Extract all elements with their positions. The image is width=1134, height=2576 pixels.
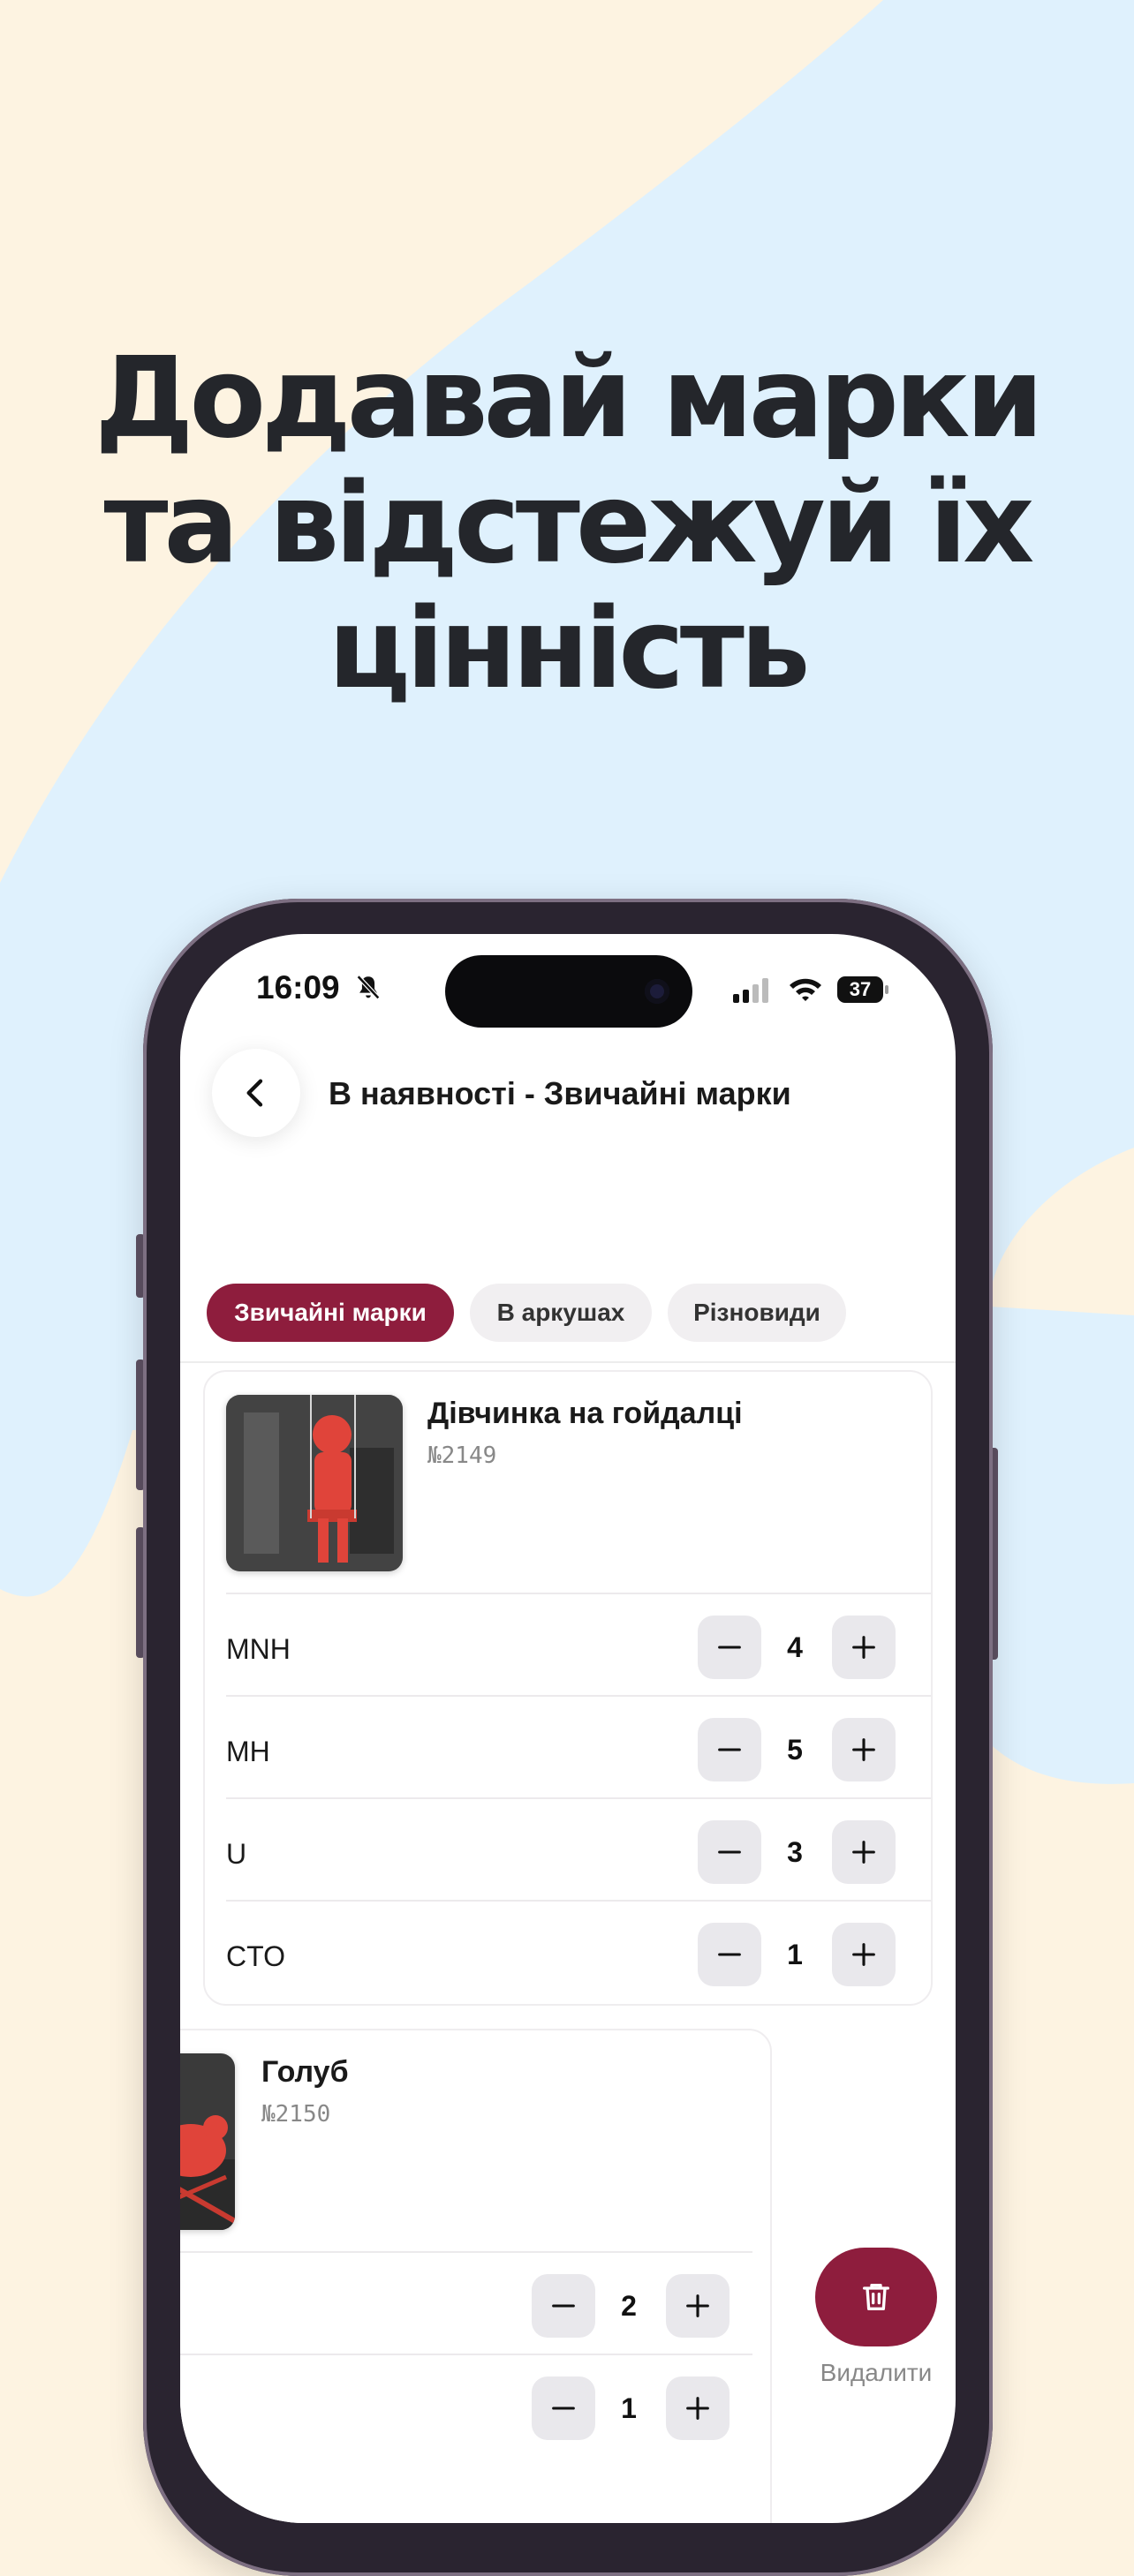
increment-button[interactable]: [832, 1923, 896, 1986]
headline-line-1: Додавай марки: [94, 333, 1044, 463]
plus-icon: [852, 1636, 875, 1659]
headline-line-2: та відстежуй їх: [103, 458, 1035, 588]
phone-screen: 16:09 37 В наявності - Звичайні марки Зв…: [180, 934, 956, 2523]
delete-button[interactable]: [815, 2248, 937, 2346]
minus-icon: [718, 1850, 741, 1854]
tab-varieties[interactable]: Різновиди: [668, 1284, 846, 1342]
stamp-number: №2150: [261, 2101, 331, 2128]
tab-regular-stamps[interactable]: Звичайні марки: [207, 1284, 454, 1342]
stamp-card[interactable]: Голуб №2150 2 1: [180, 2029, 772, 2523]
minus-icon: [718, 1748, 741, 1751]
condition-label: CTO: [226, 1940, 285, 1972]
row-divider: [180, 2354, 752, 2355]
condition-label: U: [226, 1838, 247, 1870]
stamp-image: [180, 2053, 235, 2230]
decrement-button[interactable]: [698, 1820, 761, 1884]
stamp-card[interactable]: Дівчинка на гойдалці №2149 MNH 4 MH 5 U …: [203, 1370, 933, 2006]
stamp-title: Голуб: [261, 2055, 349, 2089]
plus-icon: [852, 1841, 875, 1864]
plus-icon: [852, 1738, 875, 1761]
decrement-button[interactable]: [698, 1923, 761, 1986]
bell-slash-icon: [356, 975, 381, 1000]
minus-icon: [552, 2304, 575, 2308]
increment-button[interactable]: [832, 1820, 896, 1884]
chevron-left-icon: [246, 1079, 263, 1107]
quantity-value: 2: [621, 2290, 637, 2322]
row-divider: [226, 1593, 931, 1594]
tab-in-sheets[interactable]: В аркушах: [470, 1284, 652, 1342]
stamp-number: №2149: [427, 1442, 497, 1469]
battery-icon: 37: [837, 976, 888, 1003]
increment-button[interactable]: [666, 2274, 730, 2338]
row-divider: [226, 1900, 931, 1902]
quantity-value: 3: [787, 1836, 803, 1868]
decrement-button[interactable]: [532, 2274, 595, 2338]
stamp-title: Дівчинка на гойдалці: [427, 1397, 743, 1430]
quantity-value: 4: [787, 1631, 803, 1663]
plus-icon: [852, 1943, 875, 1966]
decrement-button[interactable]: [698, 1616, 761, 1679]
plus-icon: [686, 2397, 709, 2420]
increment-button[interactable]: [832, 1718, 896, 1781]
wifi-icon: [790, 978, 821, 1001]
decrement-button[interactable]: [532, 2376, 595, 2440]
condition-label: MH: [226, 1736, 270, 1767]
camera-icon: [645, 979, 669, 1004]
minus-icon: [718, 1646, 741, 1649]
minus-icon: [718, 1953, 741, 1956]
status-time: 16:09: [256, 969, 340, 1006]
nav-title: В наявності - Звичайні марки: [329, 1075, 791, 1111]
promo-headline: Додавай марки та відстежуй їх цінність: [0, 335, 1134, 712]
delete-label: Видалити: [820, 2359, 933, 2386]
quantity-value: 1: [787, 1939, 803, 1970]
tabs-divider: [180, 1361, 956, 1363]
quantity-value: 1: [621, 2392, 637, 2424]
plus-icon: [686, 2294, 709, 2317]
row-divider: [226, 1797, 931, 1799]
row-divider: [226, 1695, 931, 1697]
back-button[interactable]: [212, 1049, 300, 1137]
headline-line-3: цінність: [328, 584, 810, 713]
condition-label: MNH: [226, 1633, 291, 1665]
quantity-value: 5: [787, 1734, 803, 1766]
signal-icon: [733, 978, 768, 1003]
stamp-image: [226, 1395, 403, 1571]
minus-icon: [552, 2407, 575, 2410]
increment-button[interactable]: [666, 2376, 730, 2440]
decrement-button[interactable]: [698, 1718, 761, 1781]
dynamic-island: [445, 955, 692, 1028]
row-divider: [180, 2251, 752, 2253]
trash-icon: [863, 2284, 889, 2310]
increment-button[interactable]: [832, 1616, 896, 1679]
